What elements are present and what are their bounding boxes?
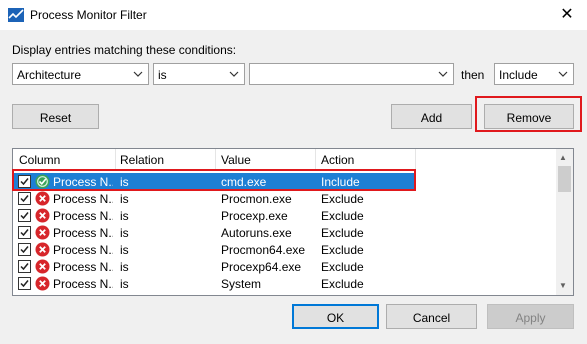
chevron-down-icon (133, 71, 143, 77)
chevron-down-icon (438, 71, 448, 77)
reset-button[interactable]: Reset (12, 104, 99, 129)
reset-button-label: Reset (39, 111, 72, 125)
list-header: Column Relation Value Action (13, 149, 556, 171)
row-column-cell: Process N... (53, 260, 113, 274)
ok-button-label: OK (326, 311, 345, 325)
checkbox[interactable] (18, 277, 31, 290)
process-monitor-icon (8, 8, 24, 22)
row-column-cell: Process N... (53, 243, 113, 257)
row-column-cell: Process N... (53, 192, 113, 206)
exclude-icon (35, 225, 50, 240)
chevron-down-icon (229, 71, 239, 77)
row-action-cell: Exclude (321, 243, 364, 257)
title-bar: Process Monitor Filter ✕ (0, 0, 587, 30)
row-relation-cell: is (120, 260, 129, 274)
table-row[interactable]: Process N... is Procexp.exe Exclude (13, 207, 556, 224)
checkbox[interactable] (18, 209, 31, 222)
row-value-cell: Autoruns.exe (221, 226, 292, 240)
value-combo[interactable] (249, 63, 454, 85)
cancel-button[interactable]: Cancel (386, 304, 477, 329)
column-select-value: Architecture (17, 68, 82, 82)
relation-select[interactable]: is (153, 63, 245, 85)
remove-button-label: Remove (506, 111, 552, 125)
header-value[interactable]: Value (221, 153, 251, 167)
exclude-icon (35, 208, 50, 223)
exclude-icon (35, 259, 50, 274)
column-select[interactable]: Architecture (12, 63, 149, 85)
row-relation-cell: is (120, 277, 129, 291)
add-button-label: Add (420, 111, 443, 125)
row-value-cell: Procmon.exe (221, 192, 292, 206)
cancel-button-label: Cancel (412, 311, 451, 325)
row-action-cell: Exclude (321, 277, 364, 291)
then-label: then (461, 68, 485, 82)
selected-row-highlight-box (12, 169, 416, 191)
row-column-cell: Process N... (53, 226, 113, 240)
row-action-cell: Exclude (321, 192, 364, 206)
close-icon[interactable]: ✕ (548, 2, 586, 28)
action-select-value: Include (499, 68, 538, 82)
row-action-cell: Exclude (321, 260, 364, 274)
row-relation-cell: is (120, 192, 129, 206)
table-row[interactable]: Process N... is Procmon.exe Exclude (13, 190, 556, 207)
checkbox[interactable] (18, 226, 31, 239)
row-relation-cell: is (120, 226, 129, 240)
scroll-down-icon[interactable]: ▼ (559, 281, 567, 290)
header-relation[interactable]: Relation (120, 153, 164, 167)
checkbox[interactable] (18, 192, 31, 205)
header-action[interactable]: Action (321, 153, 354, 167)
ok-button[interactable]: OK (292, 304, 379, 329)
exclude-icon (35, 191, 50, 206)
exclude-icon (35, 276, 50, 291)
row-value-cell: Procmon64.exe (221, 243, 306, 257)
row-action-cell: Exclude (321, 209, 364, 223)
row-relation-cell: is (120, 209, 129, 223)
remove-button[interactable]: Remove (484, 104, 574, 129)
row-column-cell: Process N... (53, 277, 113, 291)
table-row[interactable]: Process N... is System Exclude (13, 275, 556, 292)
row-value-cell: System (221, 277, 262, 291)
table-row[interactable]: Process N... is Procexp64.exe Exclude (13, 258, 556, 275)
vertical-scrollbar[interactable]: ▲ ▼ (556, 149, 573, 295)
scroll-up-icon[interactable]: ▲ (559, 153, 567, 162)
checkbox[interactable] (18, 243, 31, 256)
table-row[interactable]: Process N... is Autoruns.exe Exclude (13, 224, 556, 241)
row-value-cell: Procexp.exe (221, 209, 288, 223)
window-title: Process Monitor Filter (30, 8, 147, 22)
add-button[interactable]: Add (391, 104, 472, 129)
action-select[interactable]: Include (494, 63, 574, 85)
conditions-label: Display entries matching these condition… (12, 43, 237, 57)
row-relation-cell: is (120, 243, 129, 257)
row-action-cell: Exclude (321, 226, 364, 240)
checkbox[interactable] (18, 260, 31, 273)
exclude-icon (35, 242, 50, 257)
header-column[interactable]: Column (19, 153, 60, 167)
row-column-cell: Process N... (53, 209, 113, 223)
relation-select-value: is (158, 68, 167, 82)
scrollbar-thumb[interactable] (558, 166, 571, 192)
chevron-down-icon (558, 71, 568, 77)
apply-button-label: Apply (515, 311, 546, 325)
apply-button[interactable]: Apply (487, 304, 574, 329)
row-value-cell: Procexp64.exe (221, 260, 302, 274)
table-row[interactable]: Process N... is Procmon64.exe Exclude (13, 241, 556, 258)
